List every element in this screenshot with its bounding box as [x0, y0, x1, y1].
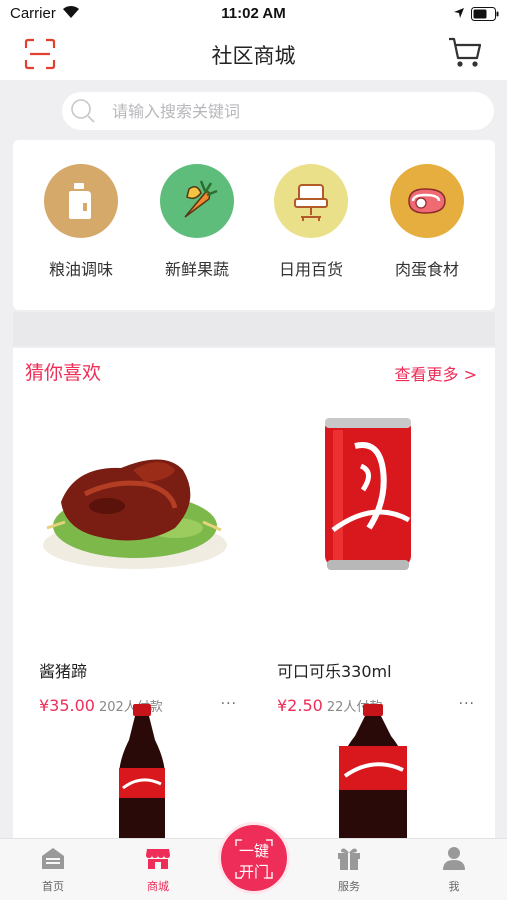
category-label: 新鲜果蔬 [164, 260, 229, 279]
nav-bar: 社区商城 [0, 28, 507, 80]
meat-icon [390, 164, 464, 238]
divider-strip [13, 312, 495, 346]
product-image-coke-can [263, 410, 493, 585]
product-card[interactable]: 酱猪蹄 ¥35.00 202人付款 ··· [25, 410, 255, 715]
search-input[interactable] [112, 100, 472, 122]
search-icon [71, 99, 95, 123]
oil-bottle-icon [44, 164, 118, 238]
category-label: 肉蛋食材 [394, 260, 459, 279]
tab-label: 商城 [147, 880, 169, 893]
one-key-open-button[interactable]: 一键 开门 [218, 822, 290, 894]
product-card[interactable]: 可口可乐330ml ¥2.50 22人付款 ··· [263, 410, 493, 715]
product-image-coke-bottle-large [263, 700, 493, 838]
category-panel: 粮油调味 新鲜果蔬 日用百货 肉蛋食材 [13, 140, 495, 310]
tab-home[interactable]: 首页 [13, 845, 93, 894]
open-button-line2: 开门 [238, 863, 269, 881]
product-card[interactable] [263, 700, 493, 838]
tab-store[interactable]: 商城 [118, 845, 198, 894]
search-bar[interactable] [62, 92, 494, 130]
location-arrow-icon [454, 8, 464, 18]
category-daily-goods[interactable]: 日用百货 [261, 164, 361, 280]
tab-service[interactable]: 服务 [309, 845, 389, 894]
category-label: 日用百货 [278, 260, 343, 279]
store-icon [146, 849, 170, 869]
tab-me[interactable]: 我 [414, 845, 494, 894]
tab-label: 首页 [42, 880, 64, 893]
tab-label: 我 [448, 880, 460, 893]
recommend-section: 猜你喜欢 查看更多 > 酱猪蹄 ¥35.00 202人付款 ··· 可口可乐33… [13, 348, 495, 838]
home-icon [42, 848, 64, 869]
status-time: 11:02 AM [221, 5, 286, 22]
gift-icon [338, 848, 360, 870]
person-icon [443, 847, 465, 870]
tab-label: 服务 [338, 880, 360, 893]
chair-icon [274, 164, 348, 238]
product-card[interactable] [25, 700, 255, 838]
view-more-link[interactable]: 查看更多 > [395, 361, 478, 385]
battery-icon [471, 7, 499, 21]
product-image-coke-bottle-small [25, 700, 255, 838]
category-meat-eggs[interactable]: 肉蛋食材 [377, 164, 477, 280]
category-grain-oil[interactable]: 粮油调味 [31, 164, 131, 280]
carrot-icon [160, 164, 234, 238]
open-button-line1: 一键 [238, 842, 269, 860]
product-name: 可口可乐330ml [277, 662, 392, 681]
category-fresh-produce[interactable]: 新鲜果蔬 [147, 164, 247, 280]
status-bar: Carrier 11:02 AM [0, 0, 507, 28]
product-name: 酱猪蹄 [39, 662, 88, 681]
category-label: 粮油调味 [48, 260, 113, 279]
cart-icon[interactable] [447, 36, 483, 70]
section-title: 猜你喜欢 [25, 362, 102, 384]
product-image-pork-trotter [25, 410, 255, 585]
page-title: 社区商城 [211, 44, 296, 68]
